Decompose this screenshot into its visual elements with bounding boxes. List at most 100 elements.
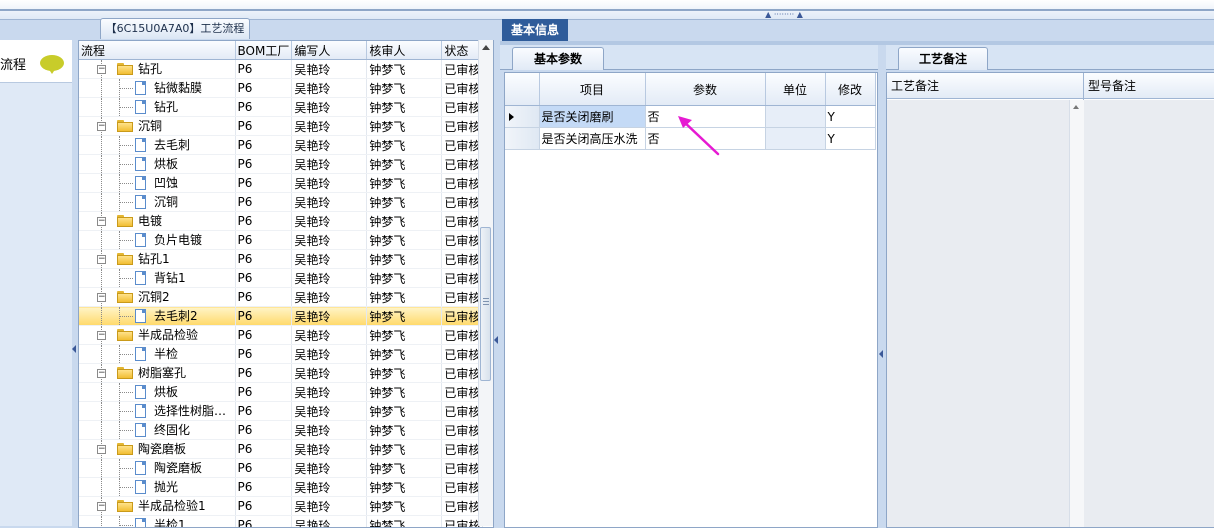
tree-cell-bom[interactable]: P6 [235,212,292,231]
process-tree-grid[interactable]: 流程 BOM工厂 编写人 核审人 状态 −钻孔P6吴艳玲钟梦飞已审核钻微黏膜P6… [78,40,494,528]
tree-cell-bom[interactable]: P6 [235,440,292,459]
tree-cell-reviewer[interactable]: 钟梦飞 [367,136,442,155]
tree-cell-bom[interactable]: P6 [235,364,292,383]
tree-cell-process[interactable]: 钻孔 [79,98,235,117]
tree-cell-reviewer[interactable]: 钟梦飞 [367,231,442,250]
tree-cell-process[interactable]: 抛光 [79,478,235,497]
tree-row-group[interactable]: −钻孔1P6吴艳玲钟梦飞已审核 [79,250,483,269]
tree-cell-reviewer[interactable]: 钟梦飞 [367,288,442,307]
tab-process-notes[interactable]: 工艺备注 [898,47,988,70]
tree-row-step[interactable]: 凹蚀P6吴艳玲钟梦飞已审核 [79,174,483,193]
collapse-node-icon[interactable]: − [97,369,106,378]
tree-cell-process[interactable]: 终固化 [79,421,235,440]
tree-cell-status[interactable]: 已审核 [442,459,483,478]
tree-cell-reviewer[interactable]: 钟梦飞 [367,307,442,326]
tree-cell-writer[interactable]: 吴艳玲 [292,326,367,345]
tree-row-group[interactable]: −钻孔P6吴艳玲钟梦飞已审核 [79,60,483,79]
tree-cell-reviewer[interactable]: 钟梦飞 [367,516,442,528]
tree-cell-reviewer[interactable]: 钟梦飞 [367,364,442,383]
tree-cell-reviewer[interactable]: 钟梦飞 [367,440,442,459]
tree-row-step[interactable]: 烘板P6吴艳玲钟梦飞已审核 [79,155,483,174]
tree-cell-reviewer[interactable]: 钟梦飞 [367,193,442,212]
scrollbar-thumb[interactable] [480,227,491,381]
tree-cell-status[interactable]: 已审核 [442,98,483,117]
tree-cell-bom[interactable]: P6 [235,155,292,174]
left-panel-header[interactable]: 流程 [0,40,72,83]
param-item-cell[interactable]: 是否关闭高压水洗 [539,128,645,150]
tree-cell-reviewer[interactable]: 钟梦飞 [367,345,442,364]
tree-cell-process[interactable]: 选择性树脂… [79,402,235,421]
tree-row-step[interactable]: 背钻1P6吴艳玲钟梦飞已审核 [79,269,483,288]
tree-row-step[interactable]: 抛光P6吴艳玲钟梦飞已审核 [79,478,483,497]
tree-cell-writer[interactable]: 吴艳玲 [292,79,367,98]
model-notes-box[interactable]: 型号备注 [1084,73,1214,527]
tree-cell-bom[interactable]: P6 [235,383,292,402]
tree-row-group[interactable]: −树脂塞孔P6吴艳玲钟梦飞已审核 [79,364,483,383]
notes-scrollbar[interactable] [1069,100,1084,527]
tree-row-step[interactable]: 去毛刺2P6吴艳玲钟梦飞已审核 [79,307,483,326]
tree-cell-writer[interactable]: 吴艳玲 [292,250,367,269]
tree-cell-status[interactable]: 已审核 [442,516,483,528]
tree-cell-bom[interactable]: P6 [235,79,292,98]
param-unit-cell[interactable] [765,128,825,150]
tree-cell-bom[interactable]: P6 [235,250,292,269]
tree-cell-writer[interactable]: 吴艳玲 [292,516,367,528]
tree-cell-status[interactable]: 已审核 [442,440,483,459]
tree-cell-bom[interactable]: P6 [235,117,292,136]
tree-cell-writer[interactable]: 吴艳玲 [292,231,367,250]
tree-row-group[interactable]: −半成品检验P6吴艳玲钟梦飞已审核 [79,326,483,345]
tree-cell-bom[interactable]: P6 [235,326,292,345]
col-header-process[interactable]: 流程 [79,41,235,60]
tree-cell-bom[interactable]: P6 [235,98,292,117]
tree-cell-process[interactable]: 半检1 [79,516,235,528]
tree-cell-status[interactable]: 已审核 [442,478,483,497]
tree-row-step[interactable]: 烘板P6吴艳玲钟梦飞已审核 [79,383,483,402]
tree-cell-bom[interactable]: P6 [235,60,292,79]
tree-cell-reviewer[interactable]: 钟梦飞 [367,326,442,345]
col-header-writer[interactable]: 编写人 [292,41,367,60]
tree-cell-process[interactable]: −钻孔 [79,60,235,79]
collapse-node-icon[interactable]: − [97,502,106,511]
tree-cell-writer[interactable]: 吴艳玲 [292,98,367,117]
param-item-cell[interactable]: 是否关闭磨刷 [539,106,645,128]
collapse-middle-icon[interactable] [494,336,498,344]
tree-row-group[interactable]: −半成品检验1P6吴艳玲钟梦飞已审核 [79,497,483,516]
model-notes-textarea[interactable] [1084,100,1214,527]
tree-cell-status[interactable]: 已审核 [442,364,483,383]
tree-cell-bom[interactable]: P6 [235,516,292,528]
collapse-node-icon[interactable]: − [97,122,106,131]
tree-cell-bom[interactable]: P6 [235,497,292,516]
tree-panel-tab[interactable]: 【6C15U0A7A0】工艺流程 [100,18,250,39]
tree-cell-reviewer[interactable]: 钟梦飞 [367,98,442,117]
tree-cell-bom[interactable]: P6 [235,421,292,440]
tree-cell-status[interactable]: 已审核 [442,402,483,421]
tree-cell-process[interactable]: −半成品检验 [79,326,235,345]
row-indicator[interactable] [505,128,539,150]
tree-cell-reviewer[interactable]: 钟梦飞 [367,212,442,231]
tree-cell-status[interactable]: 已审核 [442,117,483,136]
tree-cell-status[interactable]: 已审核 [442,174,483,193]
param-modify-cell[interactable]: Y [825,106,875,128]
tree-cell-writer[interactable]: 吴艳玲 [292,497,367,516]
tree-cell-writer[interactable]: 吴艳玲 [292,383,367,402]
tree-cell-reviewer[interactable]: 钟梦飞 [367,60,442,79]
tree-cell-writer[interactable]: 吴艳玲 [292,402,367,421]
tree-cell-bom[interactable]: P6 [235,459,292,478]
tree-row-step[interactable]: 终固化P6吴艳玲钟梦飞已审核 [79,421,483,440]
tree-cell-process[interactable]: −沉铜2 [79,288,235,307]
tree-vertical-scrollbar[interactable] [478,40,493,526]
tree-cell-status[interactable]: 已审核 [442,383,483,402]
tree-cell-status[interactable]: 已审核 [442,250,483,269]
col-header-modify[interactable]: 修改 [825,73,875,106]
tree-cell-status[interactable]: 已审核 [442,345,483,364]
tree-cell-status[interactable]: 已审核 [442,136,483,155]
tree-cell-writer[interactable]: 吴艳玲 [292,307,367,326]
tree-cell-process[interactable]: 沉铜 [79,193,235,212]
tree-cell-process[interactable]: −沉铜 [79,117,235,136]
collapse-right-icon[interactable] [879,350,883,358]
col-header-reviewer[interactable]: 核审人 [367,41,442,60]
tree-row-step[interactable]: 钻微黏膜P6吴艳玲钟梦飞已审核 [79,79,483,98]
tree-cell-status[interactable]: 已审核 [442,212,483,231]
tree-cell-reviewer[interactable]: 钟梦飞 [367,117,442,136]
tree-cell-bom[interactable]: P6 [235,136,292,155]
